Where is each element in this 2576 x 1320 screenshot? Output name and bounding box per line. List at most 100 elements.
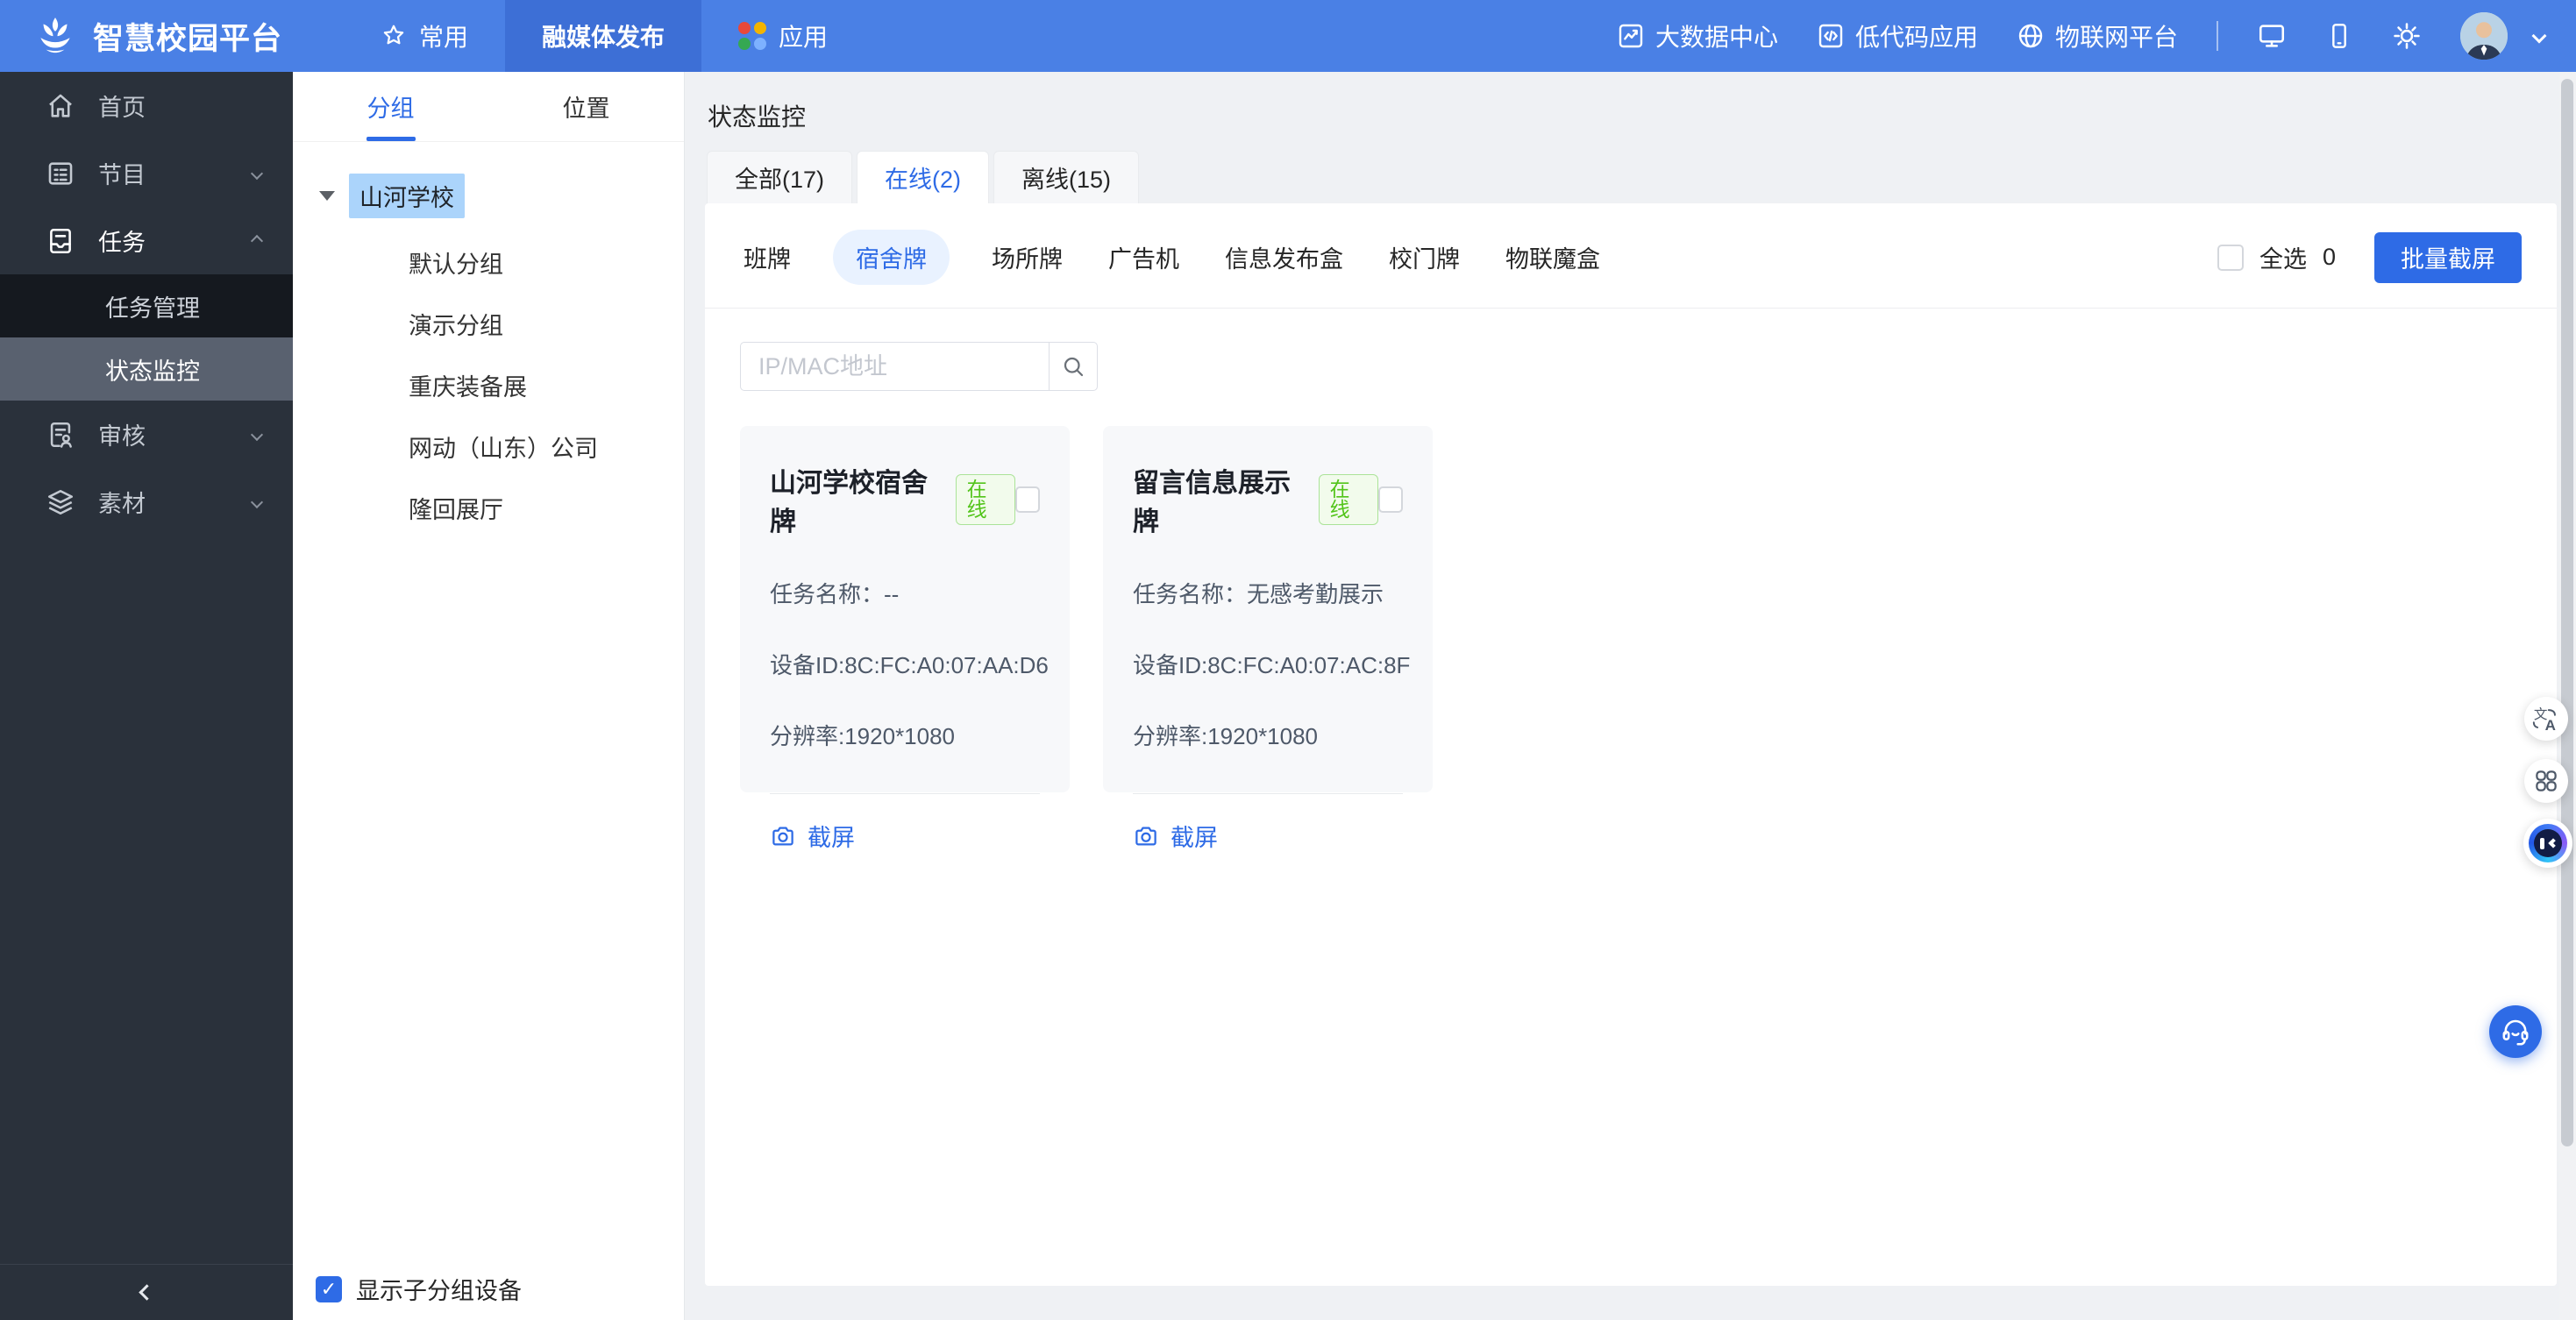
chip-venue-board[interactable]: 场所牌	[988, 230, 1066, 285]
list-icon	[46, 159, 75, 188]
customer-service-button[interactable]	[2489, 1005, 2542, 1058]
batch-screenshot-button[interactable]: 批量截屏	[2374, 231, 2522, 283]
card-divider	[1133, 793, 1403, 794]
nav-item-apps[interactable]: 应用	[701, 0, 865, 72]
search-button[interactable]	[1049, 342, 1098, 391]
chevron-down-icon	[250, 428, 264, 441]
svg-text:A: A	[2545, 717, 2556, 734]
card-divider	[770, 793, 1040, 794]
navbar-divider	[2217, 21, 2218, 51]
caret-down-icon[interactable]	[319, 191, 335, 201]
device-card-list: 山河学校宿舍牌 在线 任务名称：-- 设备ID:8C:FC:A0:07:AA:D…	[705, 391, 2557, 851]
sidebar: 首页 节目 任务 任务管理 状态监控 审核 素材	[0, 72, 293, 1320]
top-navbar: 智慧校园平台 常用 融媒体发布 应用 大数据中心 低代码应用 物联网平台	[0, 0, 2576, 72]
task-name: 任务名称：无感考勤展示	[1133, 581, 1384, 607]
layers-icon	[46, 487, 75, 517]
chip-ad-machine[interactable]: 广告机	[1105, 230, 1183, 285]
ai-assistant-widget[interactable]	[2523, 819, 2572, 868]
search-input[interactable]	[740, 342, 1049, 391]
page-title: 状态监控	[708, 103, 807, 131]
search-row	[705, 309, 2557, 391]
sidebar-item-home[interactable]: 首页	[0, 72, 293, 139]
chip-info-box[interactable]: 信息发布盒	[1221, 230, 1347, 285]
task-icon	[46, 226, 75, 256]
brand[interactable]: 智慧校园平台	[0, 14, 344, 59]
nav-link-iot[interactable]: 物联网平台	[2017, 18, 2178, 53]
device-type-chips: 班牌 宿舍牌 场所牌 广告机 信息发布盒 校门牌 物联魔盒	[740, 230, 1604, 285]
nav-link-lowcode[interactable]: 低代码应用	[1817, 18, 1978, 53]
tree-node[interactable]: 隆回展厅	[409, 491, 684, 525]
chevron-up-icon	[250, 234, 264, 247]
sidebar-item-tasks[interactable]: 任务	[0, 207, 293, 274]
globe-icon	[2017, 22, 2045, 50]
tree-node[interactable]: 重庆装备展	[409, 368, 684, 402]
show-subgroup-devices-toggle[interactable]: ✓ 显示子分组设备	[316, 1272, 522, 1306]
group-panel-tabs: 分组 位置	[293, 72, 684, 142]
navbar-right: 大数据中心 低代码应用 物联网平台	[1617, 12, 2576, 60]
device-type-filter-row: 班牌 宿舍牌 场所牌 广告机 信息发布盒 校门牌 物联魔盒 全选 0 批量截屏	[705, 203, 2557, 285]
nav-item-label: 常用	[419, 24, 469, 51]
tab-all-devices[interactable]: 全部(17)	[707, 151, 853, 203]
device-card: 留言信息展示牌 在线 任务名称：无感考勤展示 设备ID:8C:FC:A0:07:…	[1103, 426, 1433, 851]
chip-iot-box[interactable]: 物联魔盒	[1502, 230, 1604, 285]
user-avatar[interactable]	[2460, 12, 2508, 60]
chart-icon	[1617, 22, 1645, 50]
lotus-logo-icon	[33, 14, 77, 58]
vertical-scrollbar-track	[2559, 72, 2576, 1320]
main-content: 状态监控 全部(17) 在线(2) 离线(15) 班牌 宿舍牌 场所牌 广告机 …	[685, 72, 2576, 1320]
monitor-icon[interactable]	[2257, 21, 2287, 51]
tab-locations[interactable]: 位置	[488, 72, 684, 141]
device-resolution: 分辨率:1920*1080	[1133, 723, 1319, 749]
chevron-left-icon	[138, 1284, 155, 1301]
tab-groups[interactable]: 分组	[293, 72, 488, 141]
sidebar-subitem-task-management[interactable]: 任务管理	[0, 274, 293, 337]
nav-link-bigdata[interactable]: 大数据中心	[1617, 18, 1778, 53]
robot-face-icon	[2529, 824, 2567, 862]
tree-node[interactable]: 演示分组	[409, 307, 684, 341]
translate-widget[interactable]: 文 A	[2524, 697, 2568, 741]
card-header: 留言信息展示牌 在线	[1133, 461, 1403, 538]
tab-offline-devices[interactable]: 离线(15)	[993, 151, 1140, 203]
chip-class-board[interactable]: 班牌	[740, 230, 794, 285]
chip-gate-board[interactable]: 校门牌	[1385, 230, 1463, 285]
sidebar-item-review[interactable]: 审核	[0, 401, 293, 468]
sidebar-item-programs[interactable]: 节目	[0, 139, 293, 207]
checkbox-checked[interactable]: ✓	[316, 1275, 342, 1302]
select-all-checkbox[interactable]	[2217, 244, 2244, 271]
nav-item-media-publish[interactable]: 融媒体发布	[505, 0, 702, 72]
star-icon	[381, 23, 407, 49]
sidebar-item-label: 首页	[98, 95, 146, 121]
device-checkbox[interactable]	[1378, 486, 1403, 513]
tree-root-node[interactable]: 山河学校	[319, 174, 684, 218]
sidebar-item-label: 任务	[98, 230, 146, 256]
nav-item-label: 融媒体发布	[542, 24, 665, 51]
sidebar-collapse-button[interactable]	[0, 1264, 293, 1320]
tree-node[interactable]: 网动（山东）公司	[409, 429, 684, 464]
group-tree: 山河学校 默认分组 演示分组 重庆装备展 网动（山东）公司 隆回展厅	[293, 142, 684, 525]
chevron-down-icon[interactable]	[2531, 28, 2547, 44]
screenshot-action[interactable]: 截屏	[770, 819, 855, 853]
device-name: 留言信息展示牌	[1133, 469, 1291, 536]
mobile-icon[interactable]	[2325, 22, 2353, 50]
screenshot-action[interactable]: 截屏	[1133, 819, 1218, 853]
selected-count: 0	[2322, 244, 2336, 270]
camera-icon	[1133, 823, 1159, 849]
chip-dorm-board[interactable]: 宿舍牌	[833, 230, 950, 285]
tab-online-devices[interactable]: 在线(2)	[857, 151, 990, 203]
clover-grid-icon	[2533, 768, 2559, 794]
sidebar-subitem-status-monitor[interactable]: 状态监控	[0, 337, 293, 401]
screenshot-label: 截屏	[808, 825, 855, 851]
tree-node[interactable]: 默认分组	[409, 245, 684, 280]
sidebar-item-materials[interactable]: 素材	[0, 468, 293, 536]
status-badge: 在线	[955, 474, 1016, 525]
tree-root-label: 山河学校	[349, 174, 465, 218]
task-name: 任务名称：--	[770, 581, 900, 607]
search-icon	[1060, 353, 1086, 380]
gear-icon[interactable]	[2392, 21, 2422, 51]
app-grid-widget[interactable]	[2524, 759, 2568, 803]
audit-doc-icon	[46, 420, 75, 450]
headset-icon	[2500, 1016, 2531, 1047]
nav-item-favorites[interactable]: 常用	[344, 0, 505, 72]
vertical-scrollbar-thumb[interactable]	[2561, 79, 2573, 1146]
device-checkbox[interactable]	[1015, 486, 1040, 513]
